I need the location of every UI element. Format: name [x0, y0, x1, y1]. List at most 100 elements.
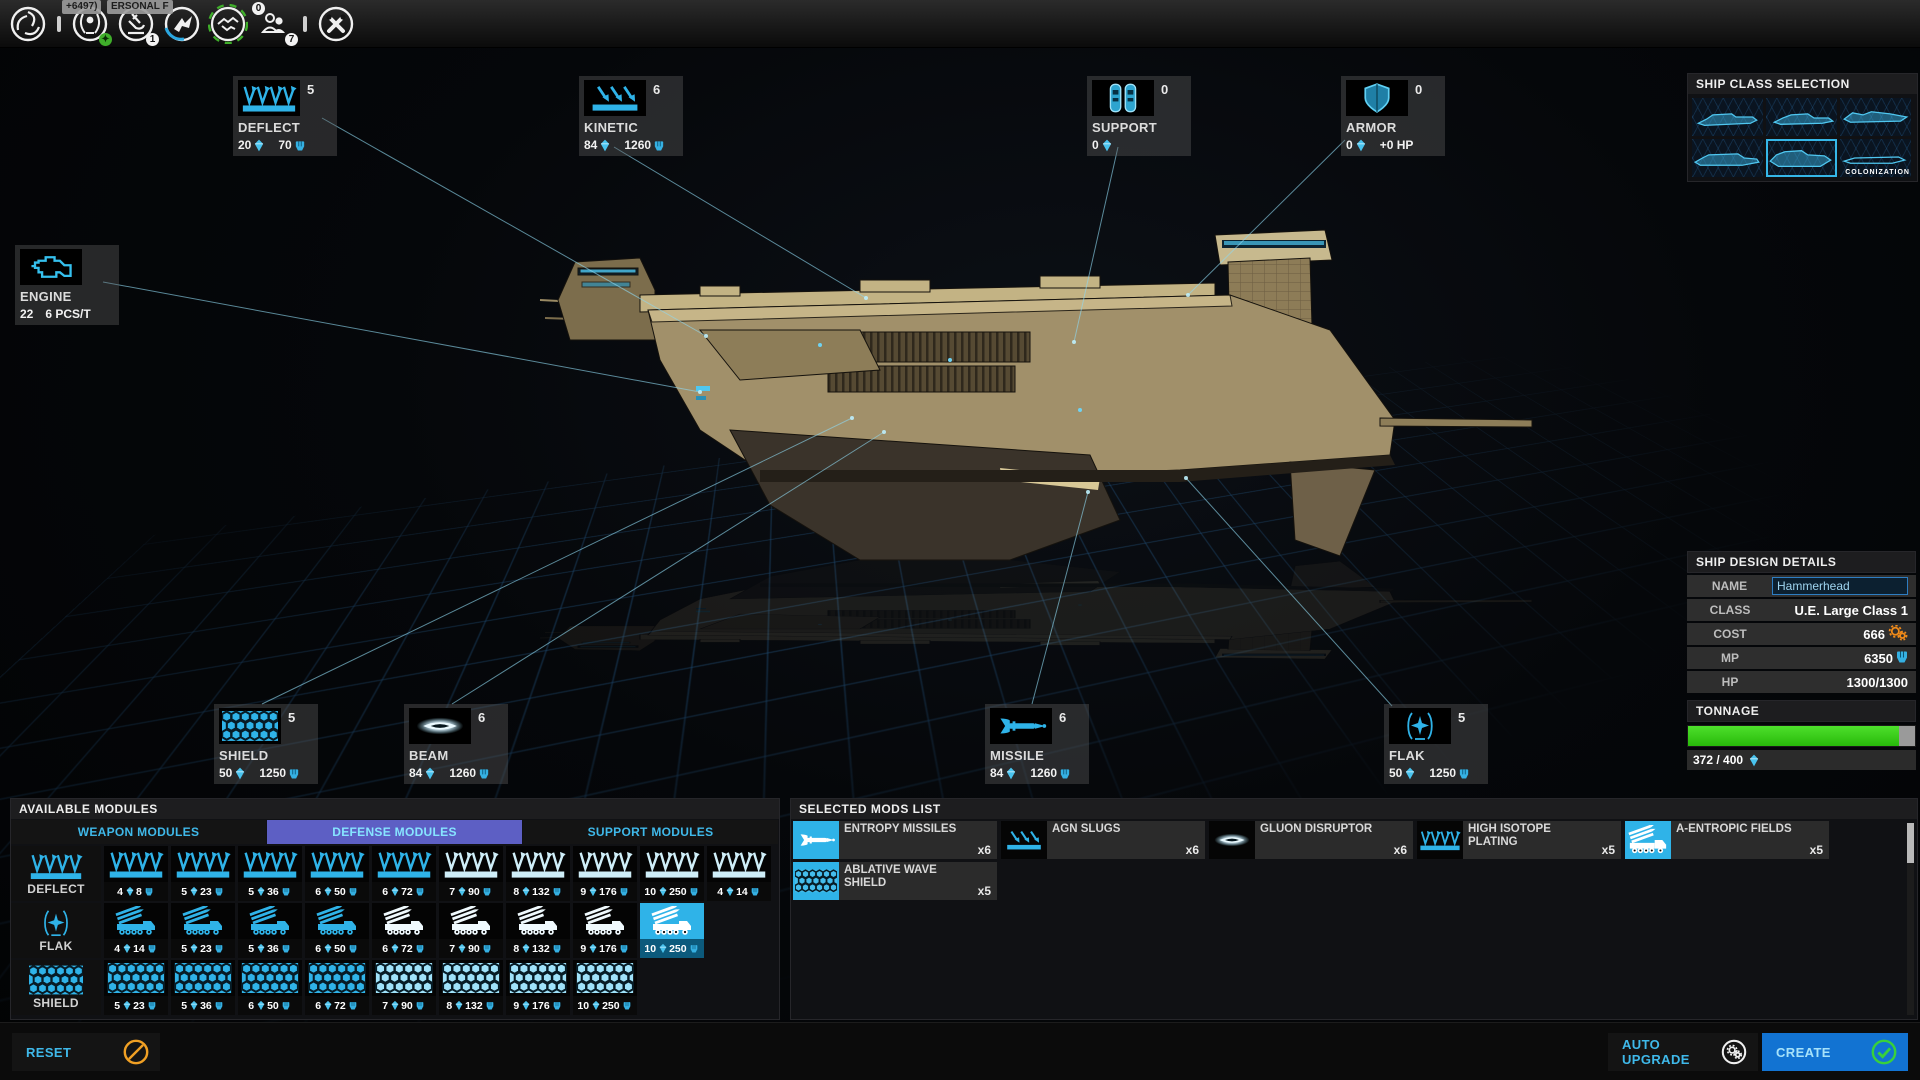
- trade-handshake-icon[interactable]: [208, 4, 248, 44]
- callout-label: FLAK: [1389, 748, 1483, 763]
- ship-class-thumb-4[interactable]: [1692, 139, 1763, 177]
- ship-design-details-panel: SHIP DESIGN DETAILS NAME CLASS U.E. Larg…: [1687, 551, 1916, 693]
- module-tile[interactable]: 8 132: [439, 960, 503, 1015]
- ship-name-input[interactable]: [1772, 577, 1908, 595]
- callout-beam[interactable]: 6 BEAM 84 1260: [404, 704, 508, 784]
- production-icon: [391, 943, 399, 954]
- module-tile[interactable]: 6 72: [372, 846, 436, 901]
- mods-scrollbar[interactable]: [1907, 823, 1914, 1015]
- galaxy-icon[interactable]: [8, 4, 48, 44]
- flak-truck-icon: [506, 903, 570, 939]
- callout-label: BEAM: [409, 748, 503, 763]
- deflect-icon: [171, 846, 235, 882]
- selected-mod-item[interactable]: A-ENTROPIC FIELDS x5: [1625, 821, 1829, 859]
- tab-support-modules[interactable]: SUPPORT MODULES: [523, 820, 778, 844]
- callout-deflect[interactable]: 5 DEFLECT 20 70: [233, 76, 337, 156]
- production-icon: [190, 943, 198, 954]
- reset-button[interactable]: RESET: [12, 1033, 160, 1071]
- module-tile[interactable]: 5 36: [171, 960, 235, 1015]
- panel-header: AVAILABLE MODULES: [11, 799, 779, 819]
- module-tile[interactable]: 9 176: [573, 903, 637, 958]
- module-tile[interactable]: 8 132: [506, 846, 570, 901]
- selected-mod-item[interactable]: GLUON DISRUPTOR x6: [1209, 821, 1413, 859]
- module-tile[interactable]: 5 23: [171, 846, 235, 901]
- module-tile[interactable]: 8 132: [506, 903, 570, 958]
- create-button[interactable]: CREATE: [1762, 1033, 1908, 1071]
- module-tile[interactable]: 5 36: [238, 903, 302, 958]
- selected-mod-item[interactable]: ABLATIVE WAVE SHIELD x5: [793, 862, 997, 900]
- population-icon[interactable]: 0 7: [254, 4, 294, 44]
- selected-mod-item[interactable]: ENTROPY MISSILES x6: [793, 821, 997, 859]
- deflect-icon: [640, 846, 704, 882]
- module-tile[interactable]: 10 250: [640, 903, 704, 958]
- selected-mod-item[interactable]: HIGH ISOTOPE PLATING x5: [1417, 821, 1621, 859]
- mods-scrollbar-thumb[interactable]: [1907, 823, 1914, 863]
- auto-upgrade-button[interactable]: AUTO UPGRADE: [1608, 1033, 1758, 1071]
- module-tile[interactable]: 6 50: [305, 903, 369, 958]
- detail-row-hp: HP 1300/1300: [1687, 671, 1916, 693]
- ship-class-thumb-2[interactable]: [1766, 98, 1837, 136]
- power-icon: [690, 943, 698, 954]
- power-icon: [416, 886, 424, 897]
- ship-3d-view[interactable]: [520, 210, 1540, 680]
- callout-support[interactable]: 0 SUPPORT 0: [1087, 76, 1191, 156]
- module-tile[interactable]: 9 176: [506, 960, 570, 1015]
- ship-class-thumb-colonization[interactable]: COLONIZATION: [1840, 139, 1911, 177]
- callout-missile[interactable]: 6 MISSILE 84 1260: [985, 704, 1089, 784]
- callout-flak[interactable]: 5 FLAK 50 1250: [1384, 704, 1488, 784]
- production-icon: [589, 943, 597, 954]
- callout-label: MISSILE: [990, 748, 1084, 763]
- module-tile[interactable]: 5 23: [171, 903, 235, 958]
- tab-weapon-modules[interactable]: WEAPON MODULES: [11, 820, 266, 844]
- callout-count: 5: [1458, 710, 1465, 725]
- ship-class-thumb-3[interactable]: [1840, 98, 1911, 136]
- callout-kinetic[interactable]: 6 KINETIC 84 1260: [579, 76, 683, 156]
- module-tile[interactable]: 7 90: [439, 846, 503, 901]
- production-icon: [391, 1000, 399, 1011]
- mod-name: AGN SLUGS: [1052, 823, 1182, 836]
- callout-engine[interactable]: ENGINE 22 6 PCS/T: [15, 245, 119, 325]
- ship-class-thumb-5[interactable]: [1766, 139, 1837, 177]
- module-tile[interactable]: 4 14: [104, 903, 168, 958]
- module-tile[interactable]: 5 36: [238, 846, 302, 901]
- detail-row-cost: COST 666: [1687, 623, 1916, 645]
- ship-class-thumb-1[interactable]: [1692, 98, 1763, 136]
- power-icon: [690, 886, 698, 897]
- module-tile[interactable]: 6 72: [372, 903, 436, 958]
- ship-design-tools-icon[interactable]: [316, 4, 356, 44]
- production-icon: [257, 943, 265, 954]
- module-tile[interactable]: 7 90: [439, 903, 503, 958]
- shield-hex-icon: [793, 862, 839, 900]
- production-icon: [522, 943, 530, 954]
- separator: [57, 16, 61, 32]
- module-tile[interactable]: 6 50: [238, 960, 302, 1015]
- shield-hex-icon: [372, 960, 436, 996]
- callout-armor[interactable]: 0 ARMOR 0 +0 HP: [1341, 76, 1445, 156]
- ship-class-selection-panel: SHIP CLASS SELECTION COLONIZATION: [1687, 73, 1918, 182]
- module-tile[interactable]: 10 250: [573, 960, 637, 1015]
- flak-truck-icon: [1625, 821, 1671, 859]
- module-tile[interactable]: 6 50: [305, 846, 369, 901]
- module-tile[interactable]: 6 72: [305, 960, 369, 1015]
- module-row-deflect: DEFLECT 48 5 23 5 36 6 50 6 72 7 90 8 132 9 176…: [11, 846, 779, 901]
- module-tile[interactable]: 7 90: [372, 960, 436, 1015]
- callout-shield[interactable]: 5 SHIELD 50 1250: [214, 704, 318, 784]
- shield-hex-icon: [29, 965, 83, 995]
- module-tile[interactable]: 5 23: [104, 960, 168, 1015]
- module-tile[interactable]: 9 176: [573, 846, 637, 901]
- power-icon: [145, 886, 153, 897]
- module-row-shield: SHIELD 5 23 5 36 6 50 6 72 7 90 8 132 9 176 10 2…: [11, 960, 779, 1015]
- flak-truck-icon: [238, 903, 302, 939]
- production-icon: [1749, 754, 1759, 767]
- module-tile[interactable]: 48: [104, 846, 168, 901]
- module-tile[interactable]: 4 14: [707, 846, 771, 901]
- production-icon: [123, 943, 131, 954]
- ship-design-view: Ship Design View close ✦ 1 0 7 +6497) ER…: [0, 0, 1920, 1080]
- power-icon: [349, 1000, 357, 1011]
- selected-mod-item[interactable]: AGN SLUGS x6: [1001, 821, 1205, 859]
- tab-defense-modules[interactable]: DEFENSE MODULES: [267, 820, 522, 844]
- module-tile[interactable]: 10 250: [640, 846, 704, 901]
- mod-name: ENTROPY MISSILES: [844, 823, 974, 836]
- mod-count: x5: [1810, 843, 1823, 857]
- deflect-icon: [305, 846, 369, 882]
